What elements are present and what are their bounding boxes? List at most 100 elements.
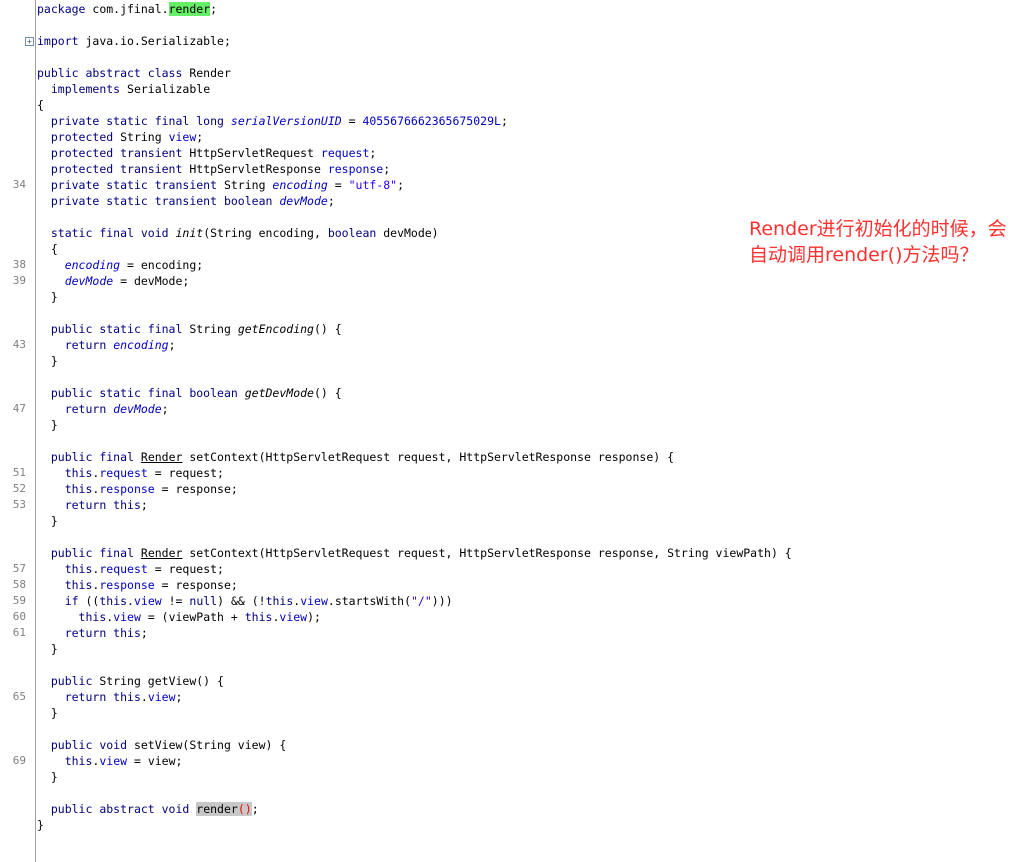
- code-line[interactable]: public final Render setContext(HttpServl…: [37, 449, 792, 465]
- code-line[interactable]: 38 encoding = encoding;: [13, 257, 792, 273]
- code-line[interactable]: 61 return this;: [13, 625, 792, 641]
- code-line[interactable]: public void setView(String view) {: [37, 737, 792, 753]
- code-line[interactable]: {: [37, 97, 792, 113]
- code-token: this: [64, 482, 93, 496]
- code-token: HttpServletResponse: [182, 162, 328, 176]
- code-token: ;: [327, 194, 335, 208]
- code-line[interactable]: private static transient boolean devMode…: [37, 193, 792, 209]
- code-line[interactable]: [37, 721, 792, 737]
- code-token: null: [189, 594, 218, 608]
- code-token: }: [37, 418, 58, 432]
- code-line[interactable]: [37, 17, 792, 33]
- code-line[interactable]: 65 return this.view;: [13, 689, 792, 705]
- code-token: boolean: [327, 226, 377, 240]
- code-line[interactable]: 39 devMode = devMode;: [13, 273, 792, 289]
- annotation-note: Render进行初始化的时候，会 自动调用render()方法吗？: [749, 216, 1007, 268]
- line-number: 61: [12, 626, 26, 639]
- code-line[interactable]: private static final long serialVersionU…: [37, 113, 792, 129]
- code-line[interactable]: [37, 49, 792, 65]
- code-token: ;: [140, 626, 148, 640]
- code-line[interactable]: }: [37, 705, 792, 721]
- code-token: render: [196, 802, 238, 816]
- code-token: }: [37, 642, 58, 656]
- line-number-gutter: [0, 0, 36, 862]
- code-line[interactable]: public abstract class Render: [37, 65, 792, 81]
- code-line[interactable]: 57 this.request = request;: [13, 561, 792, 577]
- code-line[interactable]: }: [37, 641, 792, 657]
- code-line[interactable]: 58 this.response = response;: [13, 577, 792, 593]
- code-token: package: [37, 2, 86, 16]
- code-line[interactable]: [37, 209, 792, 225]
- code-line[interactable]: [37, 305, 792, 321]
- code-line[interactable]: 60 this.view = (viewPath + this.view);: [13, 609, 792, 625]
- code-line[interactable]: public static final boolean getDevMode()…: [37, 385, 792, 401]
- code-line[interactable]: public String getView() {: [37, 673, 792, 689]
- code-line[interactable]: 47 return devMode;: [13, 401, 792, 417]
- code-token: HttpServletRequest: [182, 146, 321, 160]
- code-token: ;: [383, 162, 391, 176]
- code-line[interactable]: }: [37, 353, 792, 369]
- code-token: private static transient boolean: [50, 194, 273, 208]
- code-token: this: [64, 562, 93, 576]
- code-line[interactable]: 59 if ((this.view != null) && (!this.vie…: [13, 593, 792, 609]
- code-token: private static final long: [50, 114, 224, 128]
- code-line[interactable]: 43 return encoding;: [13, 337, 792, 353]
- code-line[interactable]: public static final String getEncoding()…: [37, 321, 792, 337]
- code-token: }: [37, 514, 58, 528]
- code-line[interactable]: public abstract void render();: [37, 801, 792, 817]
- code-token: );: [307, 610, 321, 624]
- code-line[interactable]: public final Render setContext(HttpServl…: [37, 545, 792, 561]
- code-line[interactable]: package com.jfinal.render;: [37, 1, 792, 17]
- code-area[interactable]: package com.jfinal.render; + import java.i…: [13, 1, 792, 833]
- line-number: 69: [12, 754, 26, 767]
- code-line[interactable]: }: [37, 513, 792, 529]
- code-line[interactable]: [37, 785, 792, 801]
- code-token: return this: [64, 626, 141, 640]
- code-line[interactable]: static final void init(String encoding, …: [37, 225, 792, 241]
- code-token: implements: [50, 82, 121, 96]
- code-line[interactable]: [37, 657, 792, 673]
- code-token: response: [99, 482, 155, 496]
- code-line[interactable]: 52 this.response = response;: [13, 481, 792, 497]
- code-line[interactable]: 51 this.request = request;: [13, 465, 792, 481]
- line-number: 58: [12, 578, 26, 591]
- code-line[interactable]: 53 return this;: [13, 497, 792, 513]
- code-line[interactable]: implements Serializable: [37, 81, 792, 97]
- code-line[interactable]: protected transient HttpServletRequest r…: [37, 145, 792, 161]
- code-line[interactable]: {: [37, 241, 792, 257]
- code-line[interactable]: 69 this.view = view;: [13, 753, 792, 769]
- code-token: response: [99, 578, 155, 592]
- code-line[interactable]: }: [37, 817, 792, 833]
- code-line[interactable]: }: [37, 417, 792, 433]
- code-line[interactable]: [37, 433, 792, 449]
- code-token: response: [327, 162, 384, 176]
- line-number: 65: [12, 690, 26, 703]
- code-line[interactable]: [37, 369, 792, 385]
- fold-expand-icon[interactable]: +: [25, 37, 34, 46]
- code-token: .: [127, 594, 134, 608]
- code-token: request: [320, 146, 370, 160]
- code-token: "/": [411, 594, 432, 608]
- code-line[interactable]: protected transient HttpServletResponse …: [37, 161, 792, 177]
- code-editor[interactable]: package com.jfinal.render; + import java.i…: [0, 0, 1033, 862]
- code-token: Render: [140, 546, 183, 560]
- code-line[interactable]: }: [37, 769, 792, 785]
- code-line[interactable]: 34 private static transient String encod…: [13, 177, 792, 193]
- code-token: }: [37, 818, 44, 832]
- code-line[interactable]: [37, 529, 792, 545]
- code-line[interactable]: + import java.io.Serializable;: [25, 33, 792, 49]
- code-line[interactable]: protected String view;: [37, 129, 792, 145]
- code-line[interactable]: }: [37, 289, 792, 305]
